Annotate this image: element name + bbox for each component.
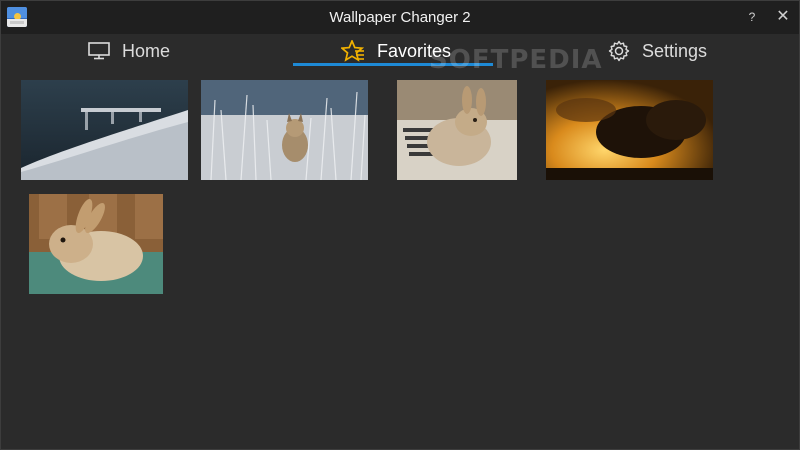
- star-list-icon: [341, 40, 365, 62]
- wallpaper-thumbnail-snowy-pier[interactable]: [21, 80, 188, 180]
- wallpaper-thumbnail-sunset-clouds[interactable]: [546, 80, 713, 180]
- wallpaper-thumbnail-rabbit-on-carpet[interactable]: [29, 194, 163, 294]
- gear-icon: [608, 40, 630, 62]
- tab-settings-label: Settings: [642, 40, 708, 61]
- tab-home[interactable]: Home: [88, 35, 170, 67]
- tab-home-label: Home: [122, 40, 171, 61]
- watermark: SOFTPEDIA: [429, 45, 603, 75]
- tab-bar: Home Favorites Settings: [1, 35, 799, 69]
- app-window: Wallpaper Changer 2 ? ✕ Home Favorites S…: [0, 0, 800, 450]
- title-bar[interactable]: Wallpaper Changer 2 ? ✕: [1, 1, 799, 34]
- wallpaper-thumbnail-rabbit-on-mat[interactable]: [397, 80, 517, 180]
- help-button[interactable]: ?: [743, 8, 761, 26]
- tab-settings[interactable]: Settings: [608, 35, 707, 67]
- monitor-icon: [88, 42, 110, 60]
- close-button[interactable]: ✕: [773, 7, 793, 27]
- window-title: Wallpaper Changer 2: [329, 9, 471, 26]
- wallpaper-thumbnail-lynx[interactable]: [201, 80, 368, 180]
